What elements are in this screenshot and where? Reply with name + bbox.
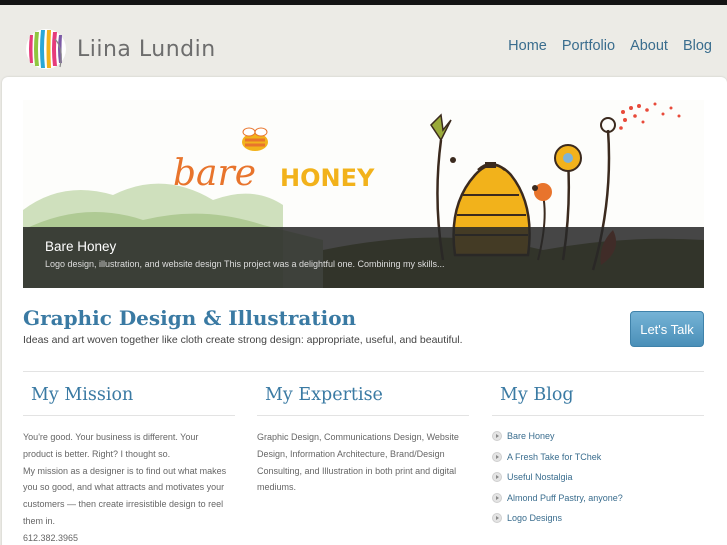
blog-column: My Blog Bare Honey A Fresh Take for TChe…: [492, 380, 704, 529]
site-name: Liina Lundin: [77, 36, 216, 62]
lets-talk-button[interactable]: Let's Talk: [630, 311, 704, 347]
mission-heading: My Mission: [23, 380, 235, 416]
page-tagline: Ideas and art woven together like cloth …: [23, 334, 463, 346]
list-item: Almond Puff Pastry, anyone?: [492, 488, 704, 509]
arrow-bullet-icon: [492, 451, 502, 462]
bee-icon: [242, 127, 268, 151]
mission-line: product is better. Right? I thought so.: [23, 448, 171, 459]
hero-caption: Bare Honey Logo design, illustration, an…: [23, 227, 704, 288]
nav-about[interactable]: About: [630, 38, 668, 54]
hero-title[interactable]: Bare Honey: [45, 239, 116, 254]
arrow-bullet-icon: [492, 431, 502, 442]
mission-line: you so good, and what attracts and motiv…: [23, 482, 225, 493]
list-item: A Fresh Take for TChek: [492, 447, 704, 468]
nav-home[interactable]: Home: [508, 38, 547, 54]
list-item: Bare Honey: [492, 426, 704, 447]
main-nav: Home Portfolio About Blog: [508, 38, 712, 54]
site-logo[interactable]: Liina Lundin: [24, 27, 216, 71]
mission-line: them in.: [23, 515, 56, 526]
section-divider: [23, 371, 704, 372]
blog-post-link[interactable]: Bare Honey: [507, 431, 555, 441]
blog-post-link[interactable]: Useful Nostalgia: [507, 472, 573, 482]
artwork-word-bare: bare: [173, 153, 256, 194]
expertise-line: Design, Information Architecture, Brand/…: [257, 448, 445, 459]
artwork-word-honey: HONEY: [280, 164, 375, 192]
mission-line: You're good. Your business is different.…: [23, 432, 199, 442]
hero-slide[interactable]: bare HONEY Bare Honey Logo design, illus…: [23, 100, 704, 288]
expertise-text: Graphic Design, Communications Design, W…: [257, 429, 469, 496]
expertise-column: My Expertise Graphic Design, Communicati…: [257, 380, 469, 496]
logo-mark-icon: [26, 29, 66, 69]
mission-line: My mission as a designer is to find out …: [23, 465, 227, 476]
list-item: Logo Designs: [492, 508, 704, 529]
expertise-line: Graphic Design, Communications Design, W…: [257, 432, 459, 442]
nav-blog[interactable]: Blog: [683, 38, 712, 54]
blog-post-link[interactable]: A Fresh Take for TChek: [507, 452, 601, 462]
mission-text: You're good. Your business is different.…: [23, 429, 235, 545]
arrow-bullet-icon: [492, 472, 502, 483]
blog-post-link[interactable]: Almond Puff Pastry, anyone?: [507, 493, 623, 503]
expertise-line: mediums.: [257, 482, 297, 493]
mission-column: My Mission You're good. Your business is…: [23, 380, 235, 545]
arrow-bullet-icon: [492, 492, 502, 503]
blog-post-list: Bare Honey A Fresh Take for TChek Useful…: [492, 426, 704, 529]
phone-number: 612.382.3965: [23, 532, 79, 543]
list-item: Useful Nostalgia: [492, 467, 704, 488]
expertise-heading: My Expertise: [257, 380, 469, 416]
expertise-line: Consulting, and Illustration in both pri…: [257, 465, 457, 476]
hero-description: Logo design, illustration, and website d…: [45, 259, 445, 269]
top-bar: [0, 0, 727, 5]
nav-portfolio[interactable]: Portfolio: [562, 38, 615, 54]
arrow-bullet-icon: [492, 513, 502, 524]
mission-line: customers — then create irresistible des…: [23, 499, 224, 510]
blog-post-link[interactable]: Logo Designs: [507, 513, 562, 523]
page-headline: Graphic Design & Illustration: [23, 306, 357, 330]
blog-heading: My Blog: [492, 380, 704, 416]
